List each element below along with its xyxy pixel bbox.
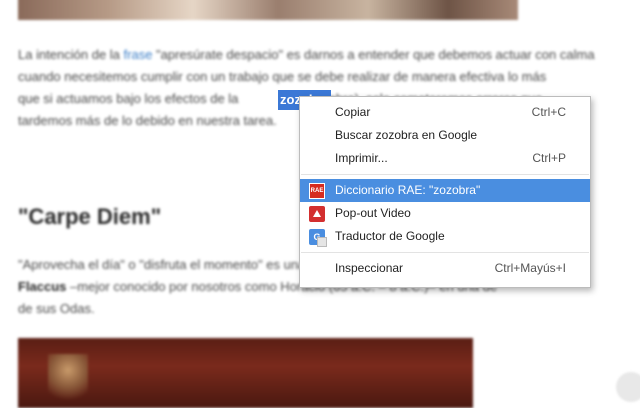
article-heading: "Carpe Diem" (18, 204, 162, 229)
rae-dictionary-icon: RAE (309, 183, 325, 199)
menu-item-label: Diccionario RAE: "zozobra" (335, 183, 481, 197)
menu-item-shortcut: Ctrl+P (532, 151, 566, 165)
menu-separator (301, 174, 589, 175)
menu-item-shortcut: Ctrl+Mayús+I (494, 261, 566, 275)
article-bottom-image (18, 338, 473, 408)
paragraph-text: La intención de la (18, 47, 124, 62)
menu-item-copy[interactable]: Copiar Ctrl+C (300, 101, 590, 124)
menu-item-label: Traductor de Google (335, 229, 445, 243)
rae-icon-text: RAE (310, 188, 324, 194)
google-translate-icon: G (309, 229, 327, 247)
paragraph-text: que si actuamos bajo los efectos de la (18, 91, 239, 106)
frase-link[interactable]: frase (124, 47, 153, 62)
context-menu: Copiar Ctrl+C Buscar zozobra en Google I… (299, 96, 591, 288)
popout-video-icon (309, 206, 325, 222)
menu-item-search-google[interactable]: Buscar zozobra en Google (300, 124, 590, 147)
article-top-image (18, 0, 518, 20)
menu-separator (301, 252, 589, 253)
menu-item-label: Inspeccionar (335, 261, 404, 275)
menu-item-label: Copiar (335, 105, 371, 119)
menu-item-print[interactable]: Imprimir... Ctrl+P (300, 147, 590, 170)
paragraph-line: cuando necesitemos cumplir con un trabaj… (18, 69, 547, 84)
menu-item-inspect[interactable]: Inspeccionar Ctrl+Mayús+I (300, 257, 590, 280)
menu-item-label: Buscar zozobra en Google (335, 128, 478, 142)
menu-item-google-translate[interactable]: G Traductor de Google (300, 225, 590, 248)
bold-name: Flaccus (18, 279, 67, 294)
paragraph-text: "apresúrate despacio" es darnos a entend… (152, 47, 595, 62)
scroll-to-top-button[interactable] (616, 372, 640, 402)
menu-item-label: Pop-out Video (335, 206, 411, 220)
menu-item-popout-video[interactable]: Pop-out Video (300, 202, 590, 225)
menu-item-rae-dictionary[interactable]: RAE Diccionario RAE: "zozobra" (300, 179, 590, 202)
menu-item-shortcut: Ctrl+C (531, 105, 566, 119)
paragraph-line: de sus Odas. (18, 301, 95, 316)
paragraph-line: La intención de la frase "apresúrate des… (18, 44, 640, 66)
translate-icon-text: G (313, 232, 321, 242)
menu-item-label: Imprimir... (335, 151, 388, 165)
